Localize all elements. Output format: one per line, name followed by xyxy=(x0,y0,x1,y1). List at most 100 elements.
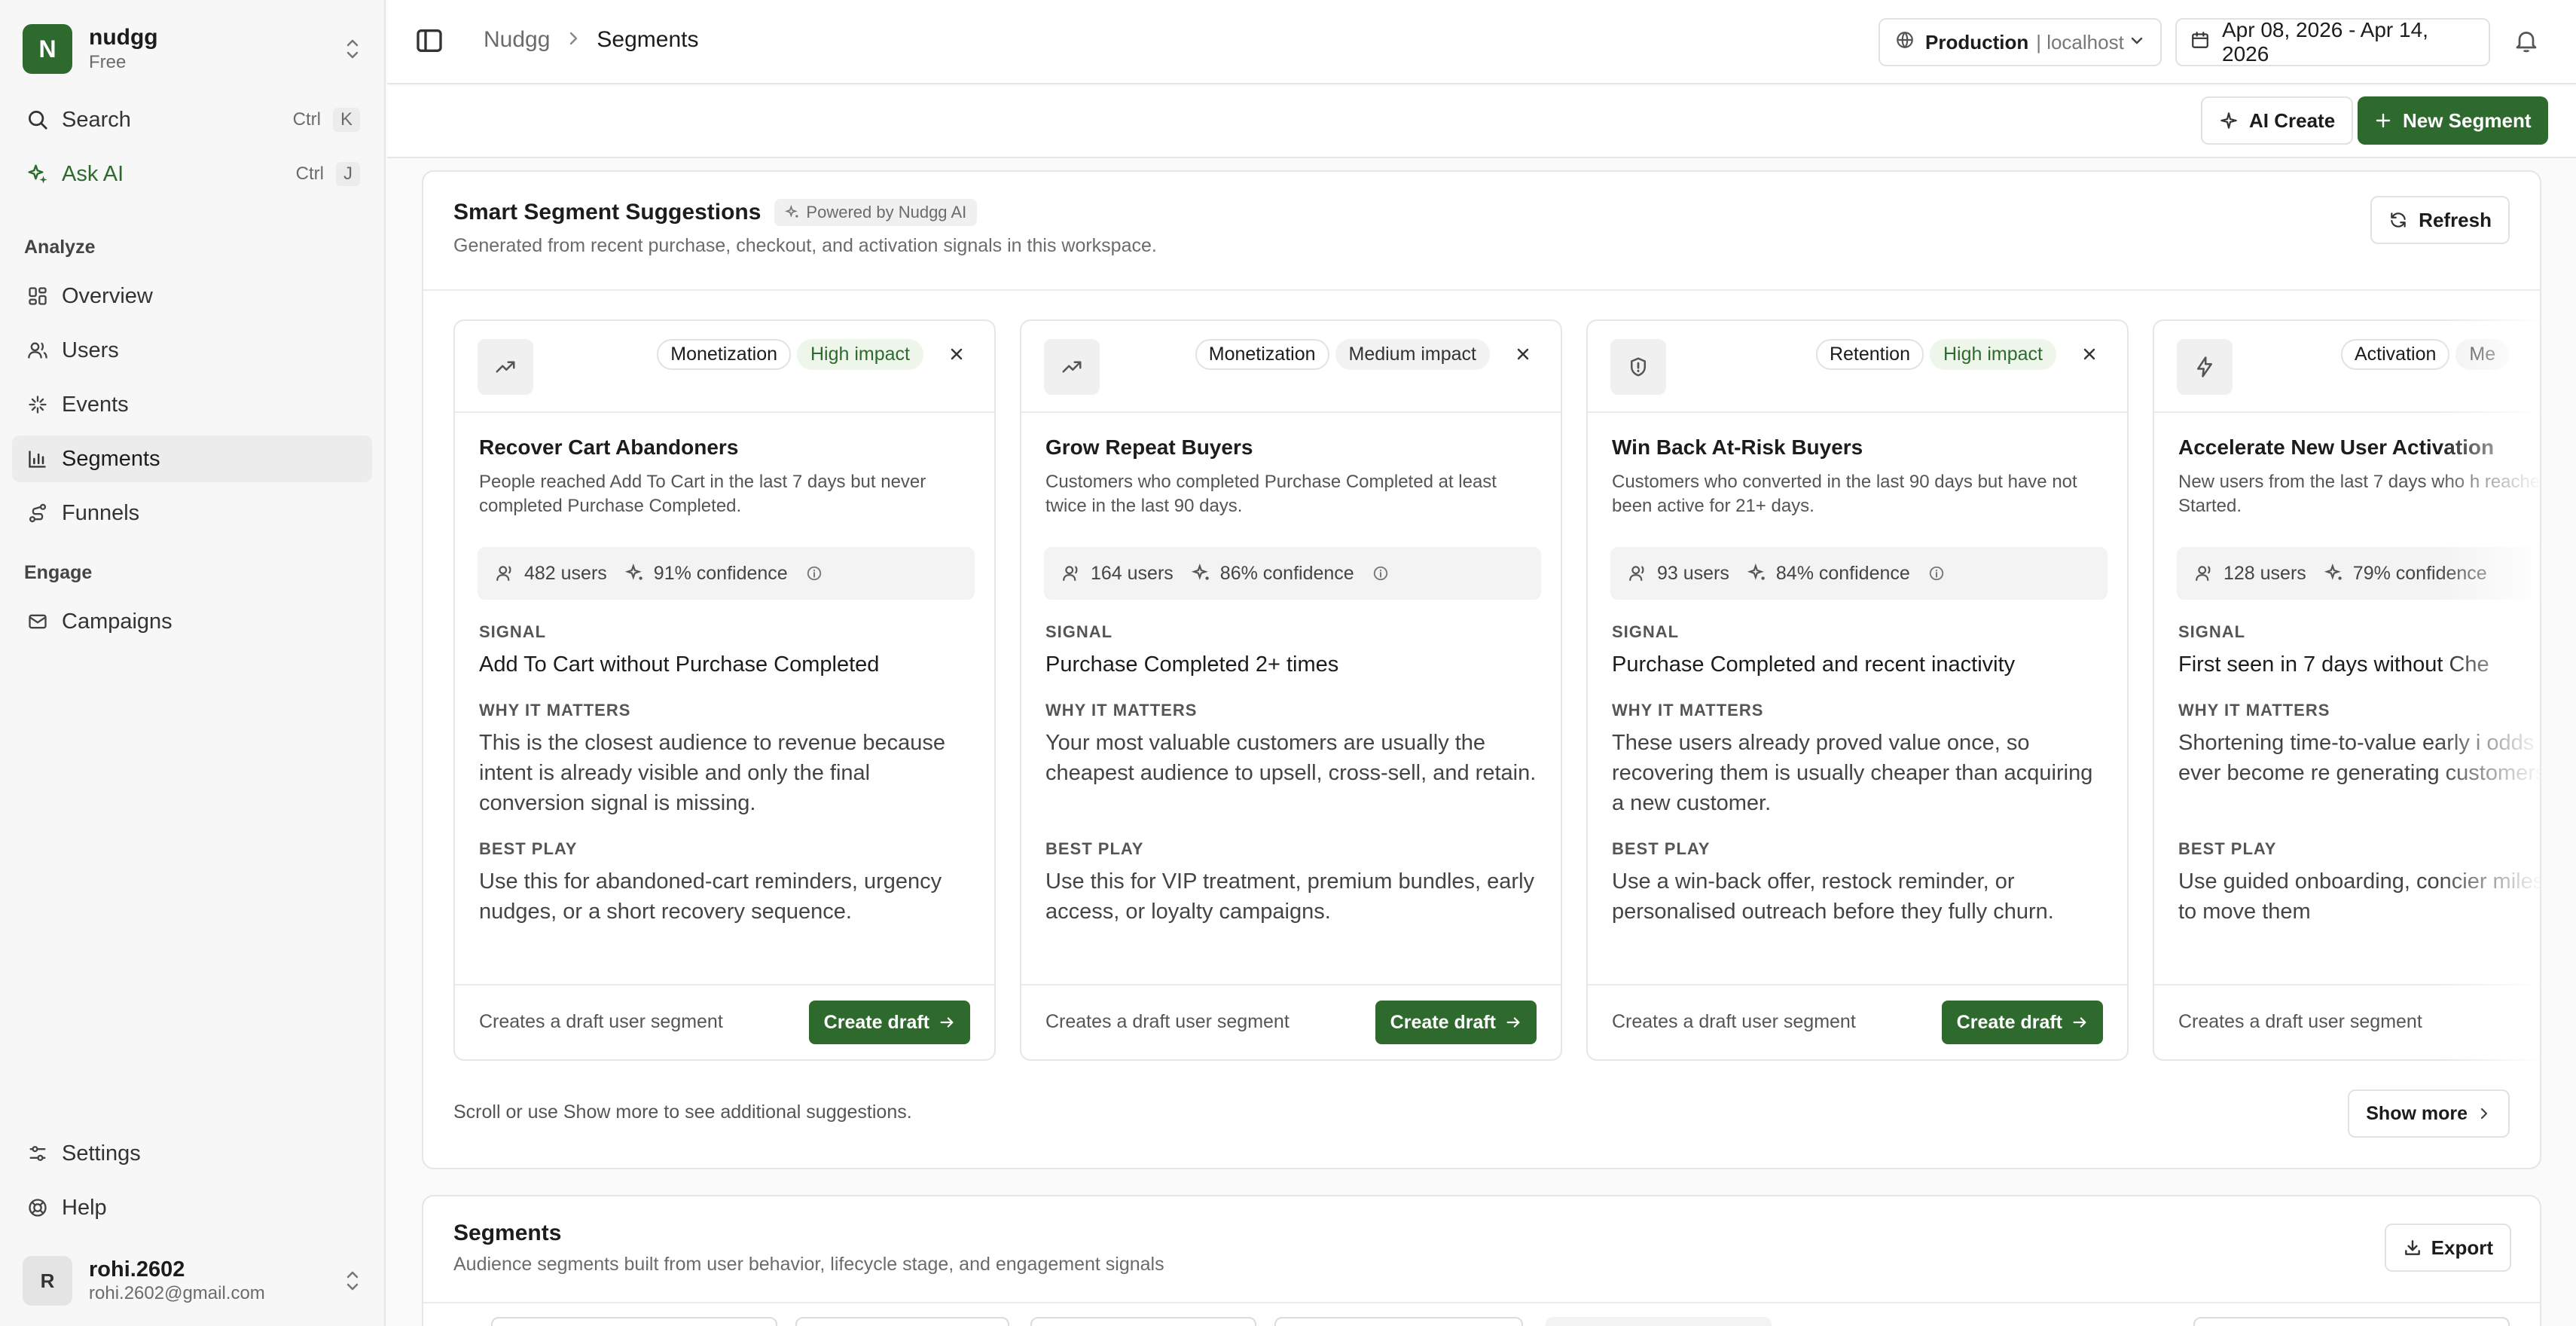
create-draft-button[interactable]: Create draft xyxy=(808,1001,970,1044)
user-menu[interactable]: R rohi.2602 rohi.2602@gmail.com xyxy=(23,1252,363,1309)
section-label-analyze: Analyze xyxy=(24,237,96,258)
divider xyxy=(1588,411,2127,413)
why-label: WHY IT MATTERS xyxy=(1612,701,1764,720)
environment-select[interactable]: Production | localhost xyxy=(1879,18,2162,66)
sidebar-item-settings[interactable]: Settings xyxy=(12,1130,372,1177)
refresh-button[interactable]: Refresh xyxy=(2370,196,2510,244)
why-label: WHY IT MATTERS xyxy=(479,701,631,720)
environment-host: | localhost xyxy=(2036,30,2124,53)
why-text: Shortening time-to-value early i odds th… xyxy=(2178,731,2540,785)
card-title: Recover Cart Abandoners xyxy=(479,435,739,459)
play-label: BEST PLAY xyxy=(1612,839,1711,858)
card-stats: 482 users 91% confidence xyxy=(478,547,975,600)
close-icon[interactable] xyxy=(1512,343,1534,367)
card-footer-text: Creates a draft user segment xyxy=(1612,1011,1856,1032)
arrow-right-icon xyxy=(1506,1017,1520,1028)
ai-badge-label: Powered by Nudgg AI xyxy=(806,203,967,222)
confidence: 79% confidence xyxy=(2352,562,2487,584)
topbar: Nudgg Segments Production | localhost Ap… xyxy=(387,0,2576,84)
new-segment-button[interactable]: New Segment xyxy=(2358,96,2548,145)
breadcrumb: Nudgg Segments xyxy=(484,27,698,53)
filter-control[interactable] xyxy=(1546,1317,1772,1326)
why-text: This is the closest audience to revenue … xyxy=(479,731,946,815)
grid-icon xyxy=(24,283,51,310)
card-title: Accelerate New User Activation xyxy=(2178,435,2495,459)
refresh-icon xyxy=(2391,212,2406,228)
new-segment-label: New Segment xyxy=(2403,108,2532,132)
workspace-logo: N xyxy=(23,24,72,74)
zap-icon xyxy=(2177,339,2233,395)
sidebar-search[interactable]: Search Ctrl K xyxy=(12,96,372,143)
globe-icon xyxy=(1895,30,1915,55)
users-icon xyxy=(1063,566,1078,581)
sidebar-toggle-icon[interactable] xyxy=(414,26,444,56)
filter-control[interactable] xyxy=(1030,1317,1256,1326)
suggestion-card: Monetization High impact Recover Cart Ab… xyxy=(453,319,996,1061)
card-footer-text: Creates a draft user segment xyxy=(2178,1011,2422,1032)
divider xyxy=(423,1302,2540,1303)
info-icon[interactable] xyxy=(1372,565,1398,582)
sparkle-icon xyxy=(2220,112,2237,129)
why-label: WHY IT MATTERS xyxy=(1045,701,1198,720)
info-icon[interactable] xyxy=(1928,565,1954,582)
play-text: Use this for abandoned-cart reminders, u… xyxy=(479,869,942,924)
signal-label: SIGNAL xyxy=(2178,622,2246,641)
confidence: 84% confidence xyxy=(1775,562,1910,584)
show-more-button[interactable]: Show more xyxy=(2348,1089,2510,1138)
close-icon[interactable] xyxy=(946,343,967,367)
date-range-picker[interactable]: Apr 08, 2026 - Apr 14, 2026 xyxy=(2175,18,2490,66)
breadcrumb-item-nudgg[interactable]: Nudgg xyxy=(484,27,550,53)
chevron-right-icon xyxy=(566,27,580,53)
create-draft-button[interactable]: Create draft xyxy=(1941,1001,2103,1044)
card-title: Grow Repeat Buyers xyxy=(1045,435,1253,459)
sidebar-item-segments[interactable]: Segments xyxy=(12,435,372,482)
play-label: BEST PLAY xyxy=(479,839,578,858)
workspace-switcher[interactable]: N nudgg Free xyxy=(23,23,363,75)
filter-control[interactable] xyxy=(491,1317,777,1326)
create-draft-button[interactable]: Create draft xyxy=(1375,1001,1537,1044)
date-range-label: Apr 08, 2026 - Apr 14, 2026 xyxy=(2222,18,2428,66)
play-label: BEST PLAY xyxy=(1045,839,1144,858)
segments-subtitle: Audience segments built from user behavi… xyxy=(453,1254,1164,1275)
filter-control[interactable] xyxy=(795,1317,1009,1326)
bell-icon[interactable] xyxy=(2513,27,2543,57)
signal-label: SIGNAL xyxy=(1045,622,1113,641)
scroll-hint: Scroll or use Show more to see additiona… xyxy=(453,1101,912,1123)
why-text: These users already proved value once, s… xyxy=(1612,731,2093,815)
sidebar-item-label: Help xyxy=(62,1195,107,1220)
sidebar-item-users[interactable]: Users xyxy=(12,327,372,374)
smart-suggestions-panel: Smart Segment Suggestions Powered by Nud… xyxy=(422,170,2541,1169)
play-text: Use a win-back offer, restock reminder, … xyxy=(1612,869,2054,924)
ai-create-button[interactable]: AI Create xyxy=(2201,96,2354,145)
play-label: BEST PLAY xyxy=(2178,839,2277,858)
signal-value: Purchase Completed 2+ times xyxy=(1045,652,1339,677)
impact-tag: Medium impact xyxy=(1335,339,1490,370)
chevrons-up-down-icon xyxy=(342,34,363,64)
panel-subtitle: Generated from recent purchase, checkout… xyxy=(453,235,1157,256)
sidebar-item-campaigns[interactable]: Campaigns xyxy=(12,598,372,645)
sidebar-item-help[interactable]: Help xyxy=(12,1184,372,1231)
divider xyxy=(455,984,994,985)
chevron-right-icon xyxy=(2480,1108,2488,1120)
sidebar-item-events[interactable]: Events xyxy=(12,381,372,428)
search-input[interactable] xyxy=(2193,1317,2510,1326)
sidebar-item-funnels[interactable]: Funnels xyxy=(12,490,372,536)
close-icon[interactable] xyxy=(2079,343,2100,367)
export-button[interactable]: Export xyxy=(2384,1224,2511,1272)
plus-icon xyxy=(2376,113,2391,128)
filter-control[interactable] xyxy=(1274,1317,1523,1326)
segments-panel: Segments Audience segments built from us… xyxy=(422,1195,2541,1326)
user-name: rohi.2602 xyxy=(89,1257,185,1282)
sidebar-item-overview[interactable]: Overview xyxy=(12,273,372,319)
search-icon xyxy=(24,106,51,133)
sparkles-icon xyxy=(1747,564,1765,580)
sidebar-ask-ai[interactable]: Ask AI Ctrl J xyxy=(12,151,372,197)
sidebar-search-label: Search xyxy=(62,107,131,132)
shield-icon xyxy=(1610,339,1666,395)
page-actions: AI Create New Segment xyxy=(387,86,2576,158)
impact-tag: Me xyxy=(2455,339,2510,370)
signal-label: SIGNAL xyxy=(479,622,547,641)
workspace-name: nudgg xyxy=(89,25,158,50)
info-icon[interactable] xyxy=(806,565,832,582)
suggestion-cards-carousel[interactable]: Monetization High impact Recover Cart Ab… xyxy=(453,319,2540,1077)
